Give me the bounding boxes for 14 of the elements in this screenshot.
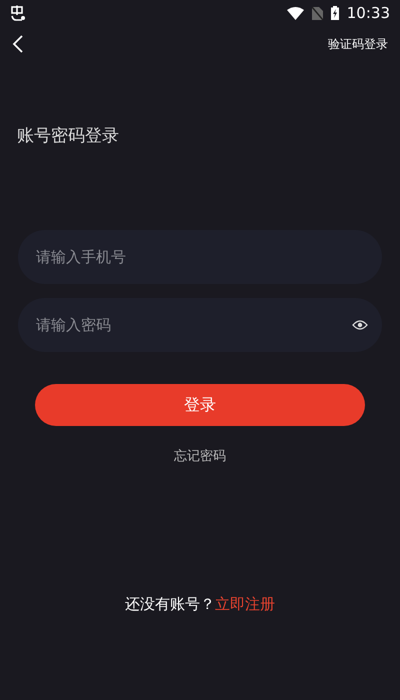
no-sim-icon [312, 6, 323, 20]
no-account-text: 还没有账号？ [125, 594, 215, 615]
forgot-password-link[interactable]: 忘记密码 [168, 446, 232, 467]
register-link[interactable]: 立即注册 [215, 593, 275, 616]
show-password-icon[interactable] [352, 318, 368, 330]
phone-field[interactable]: 请输入手机号 [18, 230, 382, 284]
status-time: 10:33 [346, 2, 390, 24]
wifi-icon [286, 6, 304, 20]
login-button[interactable]: 登录 [35, 384, 365, 426]
sms-code-login-link[interactable]: 验证码登录 [328, 35, 388, 53]
notification-icon [10, 5, 26, 21]
battery-charging-icon [330, 6, 339, 20]
password-field[interactable]: 请输入密码 [18, 298, 382, 352]
page-title: 账号密码登录 [17, 125, 119, 148]
